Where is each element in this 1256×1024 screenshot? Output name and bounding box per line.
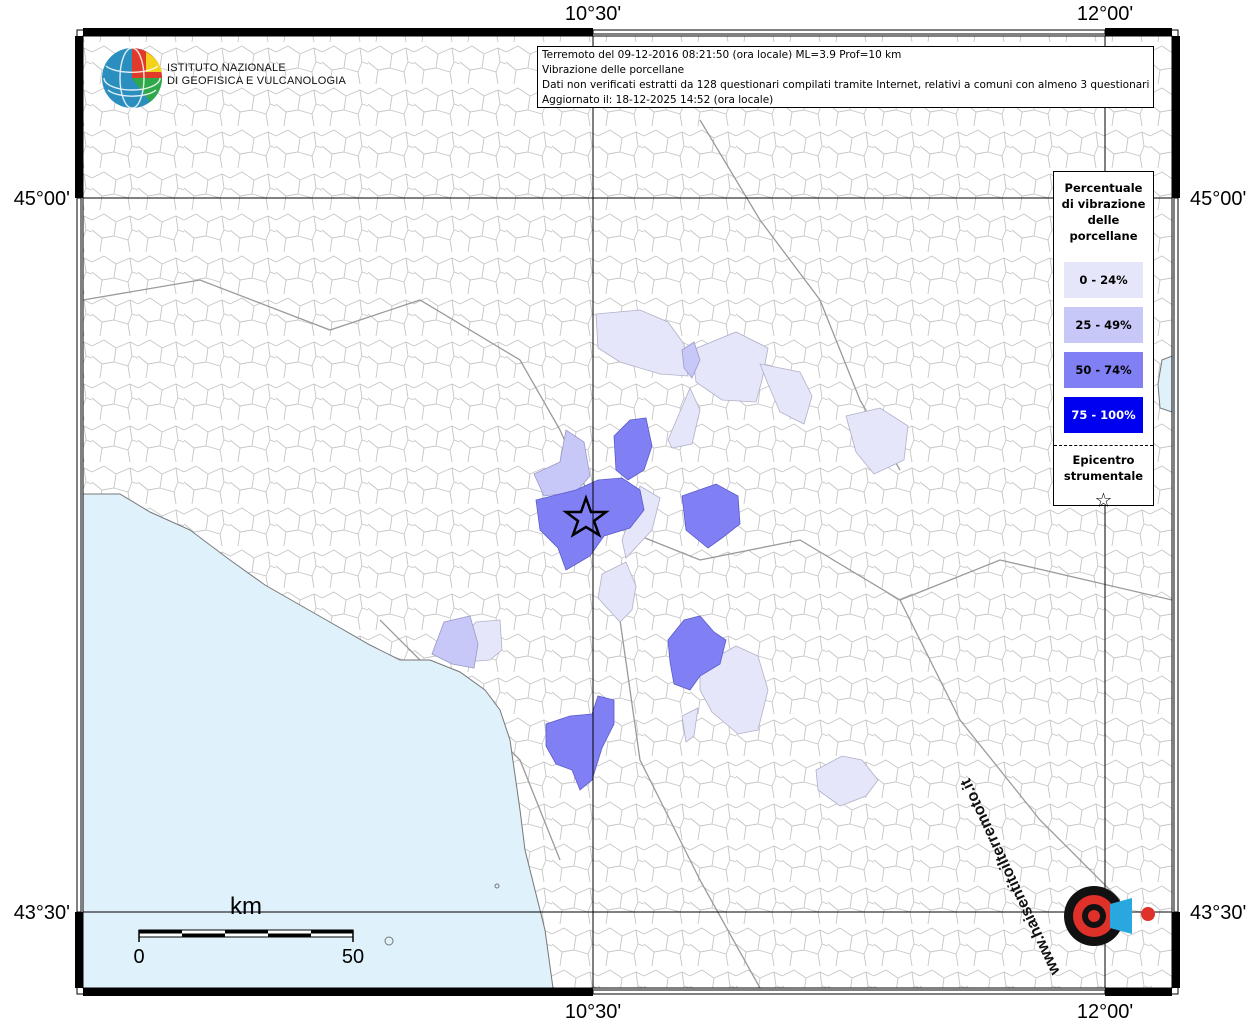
lat-label-left-1: 45°00' bbox=[14, 188, 70, 210]
legend-epicenter-line: strumentale bbox=[1063, 469, 1144, 483]
legend: Percentuale di vibrazione delle porcella… bbox=[1053, 171, 1154, 512]
logo-line-1: ISTITUTO NAZIONALE bbox=[167, 62, 286, 74]
legend-class-0-24: 0 - 24% bbox=[1064, 262, 1143, 298]
data-disclaimer: Dati non verificati estratti da 128 ques… bbox=[542, 79, 1149, 91]
lon-label-top-2: 12°00' bbox=[1077, 3, 1133, 25]
legend-epicenter-line: Epicentro bbox=[1072, 453, 1135, 467]
event-info-box: Terremoto del 09-12-2016 08:21:50 (ora l… bbox=[537, 46, 1154, 108]
legend-title-line: di vibrazione bbox=[1061, 197, 1146, 211]
scale-start: 0 bbox=[133, 946, 144, 968]
legend-divider bbox=[1054, 445, 1153, 446]
legend-class-25-49: 25 - 49% bbox=[1064, 307, 1143, 343]
lat-label-left-2: 43°30' bbox=[14, 902, 70, 924]
lon-label-bottom-1: 10°30' bbox=[565, 1001, 621, 1023]
ingv-logo-text: ISTITUTO NAZIONALE DI GEOFISICA E VULCAN… bbox=[167, 62, 346, 88]
legend-star-icon: ☆ bbox=[1094, 488, 1113, 512]
lon-label-bottom-2: 12°00' bbox=[1077, 1001, 1133, 1023]
legend-class-50-74: 50 - 74% bbox=[1064, 352, 1143, 388]
scale-unit: km bbox=[230, 893, 262, 920]
legend-title-line: porcellane bbox=[1069, 229, 1138, 243]
legend-epicenter-label: Epicentro strumentale bbox=[1054, 452, 1153, 484]
event-title: Terremoto del 09-12-2016 08:21:50 (ora l… bbox=[542, 49, 902, 61]
ingv-logo-icon bbox=[102, 47, 162, 109]
legend-title: Percentuale di vibrazione delle porcella… bbox=[1054, 180, 1153, 244]
lat-label-right-2: 43°30' bbox=[1190, 902, 1246, 924]
legend-class-75-100: 75 - 100% bbox=[1064, 397, 1143, 433]
intensity-map: 10°30' 12°00' 10°30' 12°00' 45°00' 43°30… bbox=[14, 3, 1247, 1023]
legend-title-line: Percentuale bbox=[1064, 181, 1143, 195]
map-parameter: Vibrazione delle porcellane bbox=[542, 64, 685, 76]
map-area bbox=[83, 36, 1172, 988]
scale-end: 50 bbox=[342, 946, 364, 968]
lat-label-right-1: 45°00' bbox=[1190, 188, 1246, 210]
legend-title-line: delle bbox=[1087, 213, 1120, 227]
logo-line-2: DI GEOFISICA E VULCANOLOGIA bbox=[167, 75, 346, 87]
update-timestamp: Aggiornato il: 18-12-2025 14:52 (ora loc… bbox=[542, 94, 774, 106]
lon-label-top-1: 10°30' bbox=[565, 3, 621, 25]
